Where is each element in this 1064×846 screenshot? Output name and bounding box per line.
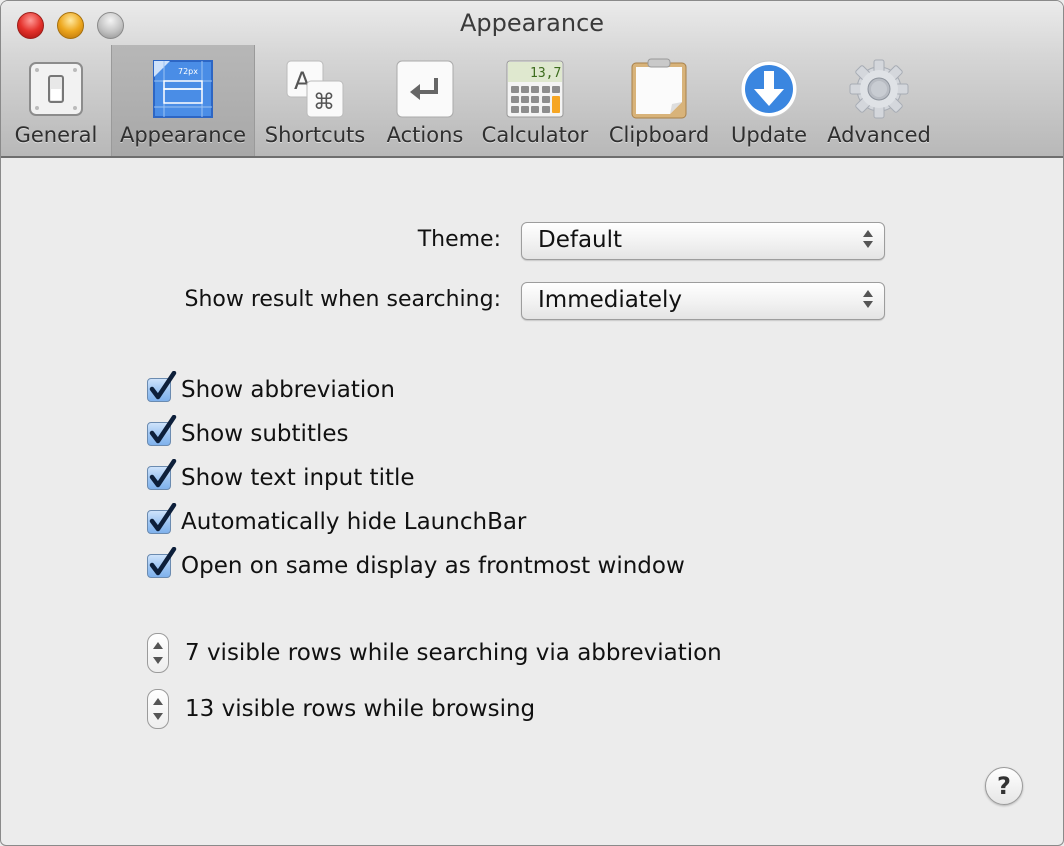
download-arrow-icon <box>737 57 801 121</box>
tab-calculator[interactable]: 13,7 Calculator <box>475 45 595 156</box>
show-result-popup[interactable]: Immediately <box>521 282 885 320</box>
checkbox-label: Show text input title <box>181 465 415 491</box>
tab-appearance[interactable]: 72px Appearance <box>111 45 255 156</box>
tab-update[interactable]: Update <box>723 45 815 156</box>
checkbox[interactable] <box>147 547 177 578</box>
tab-actions[interactable]: Actions <box>375 45 475 156</box>
tab-label: Update <box>730 123 808 147</box>
checkbox-label: Open on same display as frontmost window <box>181 553 685 579</box>
tab-general[interactable]: General <box>1 45 111 156</box>
stepper-label: 13 visible rows while browsing <box>185 696 536 722</box>
checkmark-icon <box>149 503 177 532</box>
gear-icon <box>847 57 911 121</box>
browse-rows-setting: 13 visible rows while browsing <box>147 689 535 729</box>
decrement-arrow-icon[interactable] <box>153 657 163 664</box>
theme-value: Default <box>538 227 623 253</box>
checkbox-show-abbreviation[interactable]: Show abbreviation <box>147 371 395 406</box>
checkmark-icon <box>149 459 177 488</box>
preferences-window: Appearance General 72px Appearance A ⌘ S… <box>0 0 1064 846</box>
appearance-icon: 72px <box>151 57 215 121</box>
checkbox-label: Automatically hide LaunchBar <box>181 509 527 535</box>
checkmark-icon <box>149 415 177 444</box>
tab-label: Actions <box>386 123 464 147</box>
switch-icon <box>24 57 88 121</box>
checkbox-open-same-display[interactable]: Open on same display as frontmost window <box>147 547 685 582</box>
calculator-icon: 13,7 <box>503 57 567 121</box>
tab-label: Shortcuts <box>264 123 366 147</box>
show-result-label: Show result when searching: <box>184 287 501 312</box>
checkmark-icon <box>149 371 177 400</box>
preferences-toolbar: General 72px Appearance A ⌘ Shortcuts Ac… <box>1 45 943 156</box>
checkbox[interactable] <box>147 415 177 446</box>
browse-rows-stepper[interactable] <box>147 689 169 729</box>
help-button[interactable]: ? <box>985 767 1023 805</box>
tab-advanced[interactable]: Advanced <box>815 45 943 156</box>
return-key-icon <box>393 57 457 121</box>
shortcuts-icon: A ⌘ <box>283 57 347 121</box>
checkbox-auto-hide-launchbar[interactable]: Automatically hide LaunchBar <box>147 503 527 538</box>
svg-text:13,7: 13,7 <box>530 66 561 81</box>
checkbox-label: Show subtitles <box>181 421 349 447</box>
tab-shortcuts[interactable]: A ⌘ Shortcuts <box>255 45 375 156</box>
checkbox[interactable] <box>147 371 177 402</box>
show-result-value: Immediately <box>538 287 682 313</box>
decrement-arrow-icon[interactable] <box>153 713 163 720</box>
checkbox-show-text-input-title[interactable]: Show text input title <box>147 459 415 494</box>
search-rows-stepper[interactable] <box>147 633 169 673</box>
tab-label: Appearance <box>119 123 247 147</box>
checkbox[interactable] <box>147 459 177 490</box>
window-title: Appearance <box>459 9 605 37</box>
tab-clipboard[interactable]: Clipboard <box>595 45 723 156</box>
checkbox-show-subtitles[interactable]: Show subtitles <box>147 415 349 450</box>
updown-chevron-icon <box>862 290 874 314</box>
increment-arrow-icon[interactable] <box>153 698 163 705</box>
checkbox[interactable] <box>147 503 177 534</box>
stepper-label: 7 visible rows while searching via abbre… <box>185 640 722 666</box>
title-bar: Appearance General 72px Appearance A ⌘ S… <box>1 1 1063 158</box>
tab-label: General <box>14 123 98 147</box>
theme-popup[interactable]: Default <box>521 222 885 260</box>
appearance-icon-text: 72px <box>178 67 198 76</box>
checkmark-icon <box>149 547 177 576</box>
checkbox-label: Show abbreviation <box>181 377 395 403</box>
tab-label: Advanced <box>827 123 931 147</box>
increment-arrow-icon[interactable] <box>153 642 163 649</box>
updown-chevron-icon <box>862 230 874 254</box>
clipboard-icon <box>627 57 691 121</box>
theme-label: Theme: <box>417 227 501 252</box>
search-rows-setting: 7 visible rows while searching via abbre… <box>147 633 722 673</box>
tab-label: Clipboard <box>608 123 710 147</box>
tab-label: Calculator <box>481 123 589 147</box>
svg-text:⌘: ⌘ <box>313 90 335 115</box>
